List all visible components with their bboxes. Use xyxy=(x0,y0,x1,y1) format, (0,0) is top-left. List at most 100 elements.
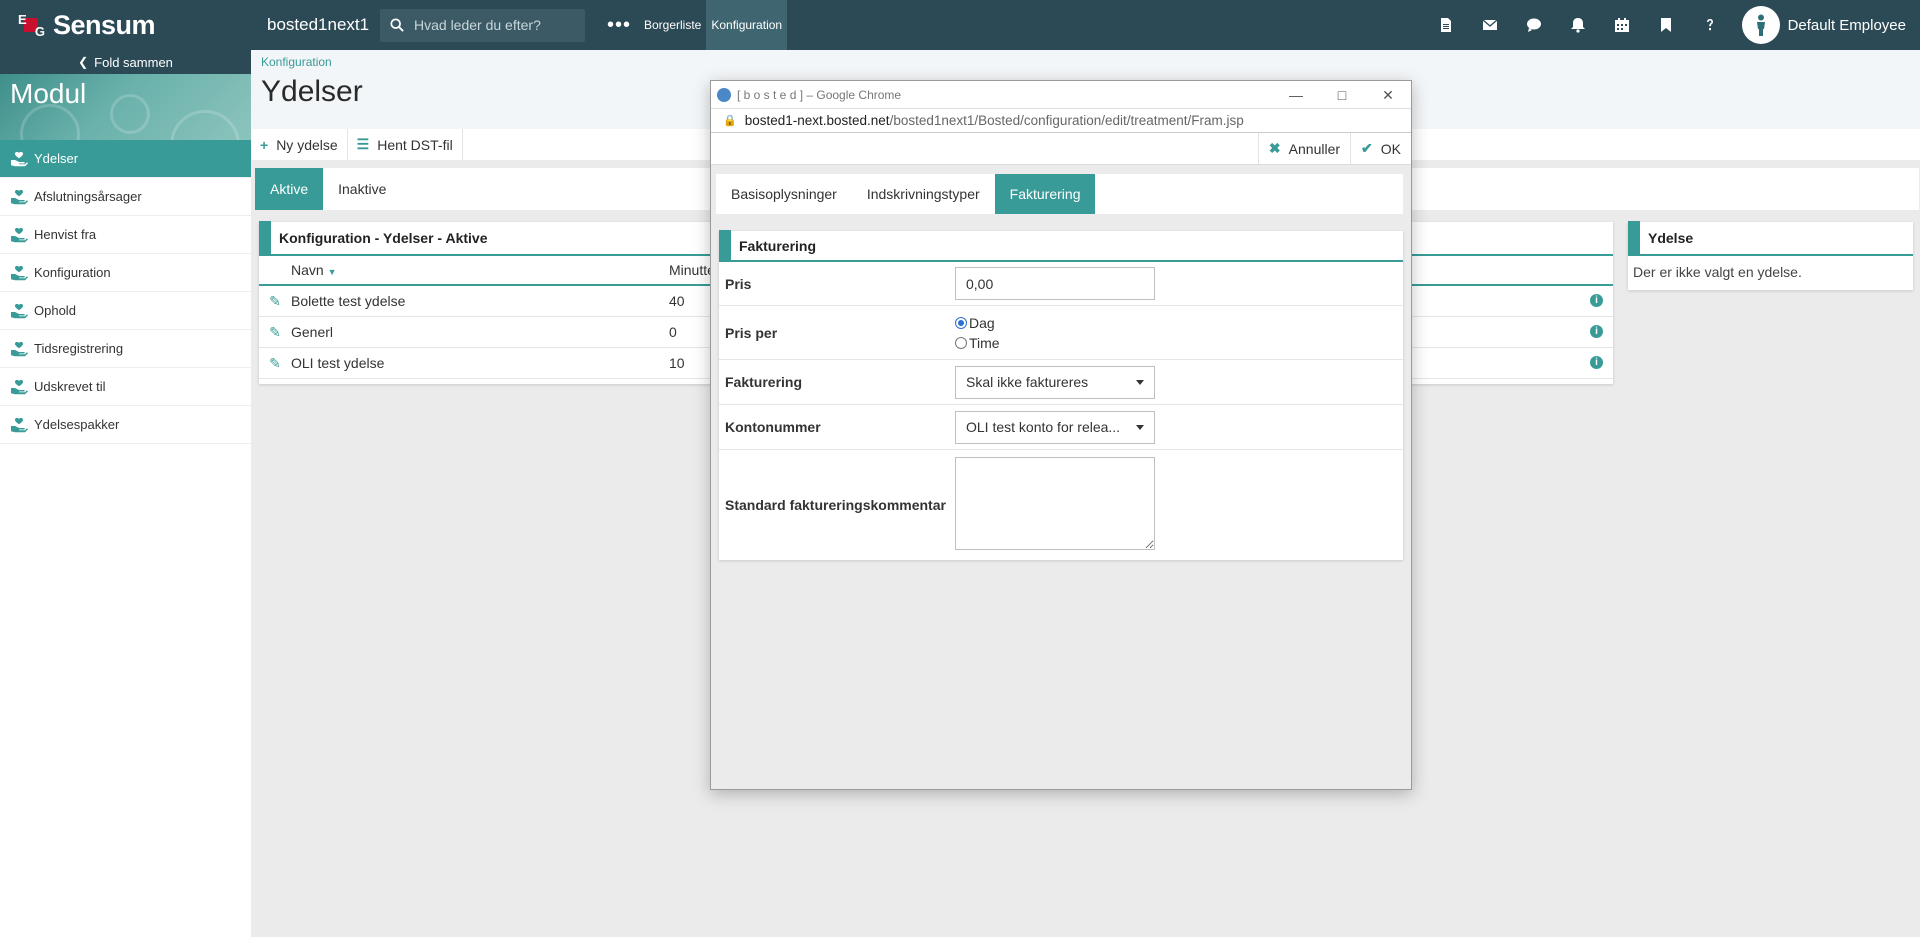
radio-time[interactable]: Time xyxy=(955,333,1000,353)
fold-label: Fold sammen xyxy=(94,54,173,70)
eg-logo-icon: E G xyxy=(18,11,45,39)
price-input[interactable] xyxy=(955,267,1155,300)
account-label: Kontonummer xyxy=(725,419,821,435)
price-per-label: Pris per xyxy=(725,324,778,341)
column-name-header[interactable]: Navn ▼ xyxy=(291,262,669,278)
sidebar-item-label: Afslutningsårsager xyxy=(34,189,142,204)
pencil-icon[interactable]: ✎ xyxy=(259,324,291,341)
sidebar-item-0[interactable]: Ydelser xyxy=(0,140,251,178)
ellipsis-icon[interactable]: ••• xyxy=(599,14,639,37)
sidebar-item-7[interactable]: Ydelsespakker xyxy=(0,406,251,444)
comment-textarea[interactable] xyxy=(955,457,1155,550)
tab-basisoplysninger[interactable]: Basisoplysninger xyxy=(716,174,852,214)
breadcrumb[interactable]: Konfiguration xyxy=(261,50,1920,69)
fold-sidebar-button[interactable]: ❮ Fold sammen xyxy=(0,50,251,74)
global-search[interactable] xyxy=(380,8,585,42)
chevron-left-icon: ❮ xyxy=(78,55,89,69)
module-title: Modul xyxy=(10,78,87,109)
info-icon[interactable]: i xyxy=(1590,356,1603,369)
maximize-icon[interactable]: □ xyxy=(1319,81,1365,109)
bell-icon[interactable] xyxy=(1556,0,1600,50)
check-icon: ✔ xyxy=(1361,140,1373,156)
nav-konfiguration[interactable]: Konfiguration xyxy=(706,0,788,50)
tab-inaktive[interactable]: Inaktive xyxy=(323,168,401,210)
hand-heart-icon xyxy=(11,265,28,280)
hand-heart-icon xyxy=(11,189,28,204)
row-name: OLI test ydelse xyxy=(291,355,385,371)
sidebar-item-label: Udskrevet til xyxy=(34,379,106,394)
user-menu[interactable]: Default Employee xyxy=(1732,0,1920,50)
top-bar: E G Sensum bosted1next1 ••• Borgerliste … xyxy=(0,0,1920,50)
row-name: Generl xyxy=(291,324,334,340)
panel-title: Konfiguration - Ydelser - Aktive xyxy=(279,230,488,246)
sidebar-item-label: Henvist fra xyxy=(34,227,97,242)
account-select[interactable]: OLI test konto for relea... xyxy=(955,410,1155,444)
info-icon[interactable]: i xyxy=(1590,325,1603,338)
left-sidebar: ❮ Fold sammen Modul Ydelser Afslutningsår… xyxy=(0,50,251,937)
sort-down-icon: ▼ xyxy=(327,267,337,277)
search-icon xyxy=(390,18,404,32)
account-select-value: OLI test konto for relea... xyxy=(966,419,1121,435)
billing-row: Fakturering Skal ikke faktureres xyxy=(719,360,1403,405)
minimize-icon[interactable]: — xyxy=(1273,81,1319,109)
radio-dag[interactable]: Dag xyxy=(955,313,1000,333)
caret-down-icon xyxy=(1136,424,1144,430)
calendar-icon[interactable] xyxy=(1600,0,1644,50)
pencil-icon[interactable]: ✎ xyxy=(259,355,291,372)
tab-aktive[interactable]: Aktive xyxy=(255,168,324,210)
edit-dialog-window: [ b o s t e d ] – Google Chrome — □ ✕ 🔒 … xyxy=(710,80,1412,790)
billing-select[interactable]: Skal ikke faktureres xyxy=(955,365,1155,399)
url-path: /bosted1next1/Bosted/configuration/edit/… xyxy=(889,113,1244,128)
price-row: Pris xyxy=(719,262,1403,306)
window-title: [ b o s t e d ] – Google Chrome xyxy=(737,87,902,102)
dialog-tabs: Basisoplysninger Indskrivningstyper Fakt… xyxy=(716,174,1403,214)
search-input[interactable] xyxy=(414,17,574,33)
tab-indskrivningstyper[interactable]: Indskrivningstyper xyxy=(852,174,995,214)
ok-button[interactable]: ✔ OK xyxy=(1350,133,1411,164)
sidebar-item-label: Tidsregistrering xyxy=(34,341,124,356)
caret-down-icon xyxy=(1136,379,1144,385)
app-logo[interactable]: E G Sensum xyxy=(0,0,251,50)
detail-panel-title: Ydelse xyxy=(1648,230,1694,246)
billing-label: Fakturering xyxy=(725,374,803,390)
sidebar-item-6[interactable]: Udskrevet til xyxy=(0,368,251,406)
avatar xyxy=(1741,6,1780,44)
hand-heart-icon xyxy=(11,227,28,242)
x-icon: ✖ xyxy=(1268,140,1281,156)
fetch-dst-button[interactable]: ☰ Hent DST-fil xyxy=(348,129,463,160)
sidebar-item-label: Ydelsespakker xyxy=(34,417,120,432)
nav-borgerliste[interactable]: Borgerliste xyxy=(639,0,706,50)
sidebar-item-4[interactable]: Ophold xyxy=(0,292,251,330)
envelope-icon[interactable] xyxy=(1468,0,1512,50)
document-icon[interactable] xyxy=(1424,0,1468,50)
form-title: Fakturering xyxy=(739,237,817,254)
price-label: Pris xyxy=(725,275,752,292)
window-titlebar[interactable]: [ b o s t e d ] – Google Chrome — □ ✕ xyxy=(711,81,1411,109)
chat-icon[interactable] xyxy=(1512,0,1556,50)
pencil-icon[interactable]: ✎ xyxy=(259,293,291,310)
close-icon[interactable]: ✕ xyxy=(1365,81,1411,109)
address-bar[interactable]: 🔒 bosted1-next.bosted.net/bosted1next1/B… xyxy=(711,109,1411,133)
module-header: Modul xyxy=(0,74,251,140)
billing-form: Fakturering Pris Pris per Dag Time Faktu… xyxy=(719,230,1403,560)
sidebar-item-5[interactable]: Tidsregistrering xyxy=(0,330,251,368)
sidebar-item-3[interactable]: Konfiguration xyxy=(0,254,251,292)
price-per-row: Pris per Dag Time xyxy=(719,306,1403,360)
info-icon[interactable]: i xyxy=(1590,294,1603,307)
person-icon xyxy=(1756,14,1765,36)
list-icon: ☰ xyxy=(356,136,370,152)
tab-fakturering[interactable]: Fakturering xyxy=(994,174,1096,214)
plus-icon: + xyxy=(260,136,269,153)
ok-label: OK xyxy=(1380,140,1401,157)
bookmark-icon[interactable] xyxy=(1644,0,1688,50)
dialog-toolbar: ✖ Annuller ✔ OK xyxy=(711,133,1411,165)
comment-row: Standard faktureringskommentar xyxy=(719,450,1403,560)
cancel-button[interactable]: ✖ Annuller xyxy=(1257,133,1350,164)
hand-heart-icon xyxy=(11,417,28,432)
help-icon[interactable] xyxy=(1688,0,1732,50)
sidebar-item-1[interactable]: Afslutningsårsager xyxy=(0,178,251,216)
sidebar-item-2[interactable]: Henvist fra xyxy=(0,216,251,254)
chrome-icon xyxy=(717,87,731,102)
fetch-dst-label: Hent DST-fil xyxy=(377,136,453,153)
new-ydelse-button[interactable]: + Ny ydelse xyxy=(251,129,348,160)
